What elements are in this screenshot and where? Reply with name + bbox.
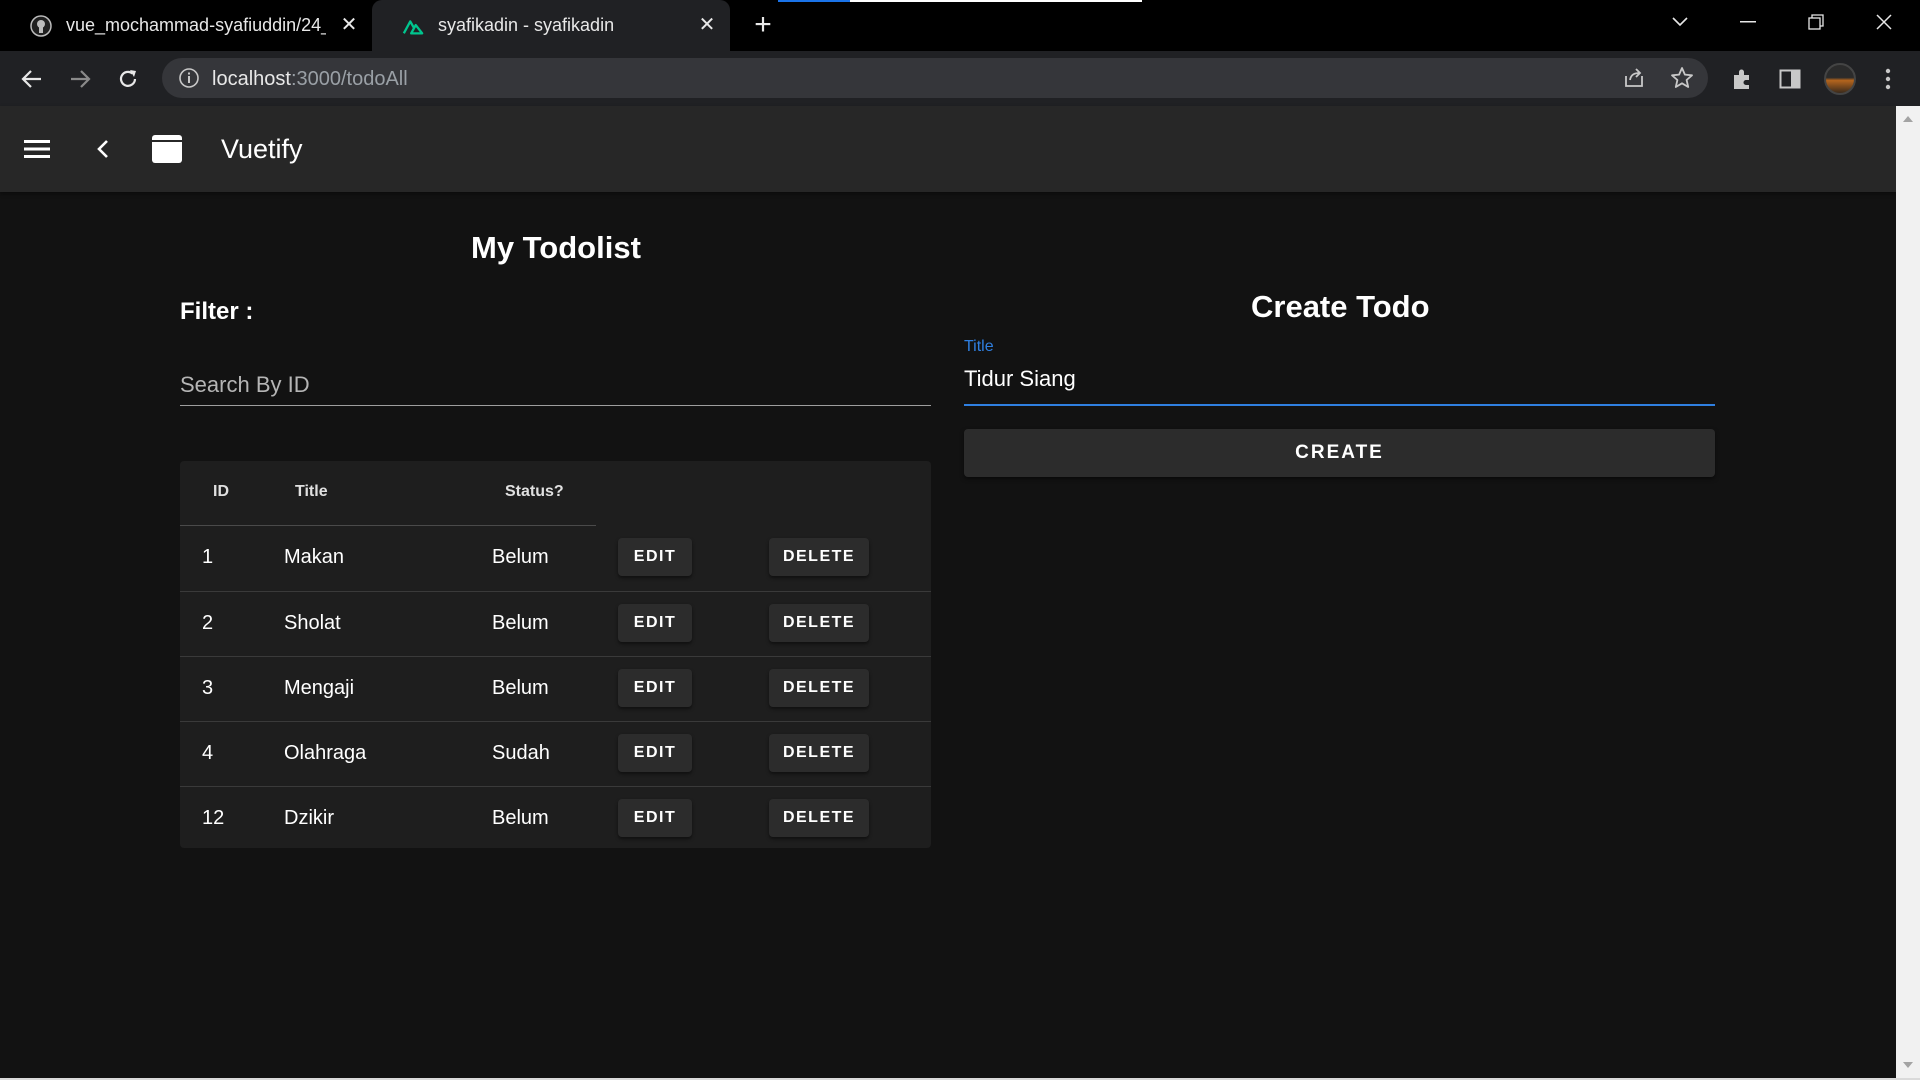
column-header-id[interactable]: ID xyxy=(213,483,229,501)
title-field xyxy=(964,358,1715,406)
extensions-icon[interactable] xyxy=(1728,65,1756,93)
browser-tabbar: vue_mochammad-syafiuddin/24_ ✕ syafikadi… xyxy=(0,0,1920,51)
page-viewport: Vuetify My Todolist Filter : ID Title St… xyxy=(0,106,1896,1078)
nuxt-icon xyxy=(402,15,424,37)
cell-id: 12 xyxy=(202,807,225,829)
info-icon[interactable] xyxy=(178,67,200,89)
scroll-up-icon[interactable] xyxy=(1903,116,1913,122)
delete-button[interactable]: DELETE xyxy=(769,604,869,642)
tab-search-icon[interactable] xyxy=(1646,0,1714,44)
cell-status: Sudah xyxy=(492,742,550,764)
new-tab-icon[interactable]: + xyxy=(748,10,778,40)
cell-id: 3 xyxy=(202,677,214,699)
menu-icon[interactable] xyxy=(19,131,55,167)
url-host: localhost xyxy=(212,68,291,90)
url-path: :3000/todoAll xyxy=(290,68,408,90)
github-icon xyxy=(30,14,52,37)
search-input[interactable] xyxy=(180,356,931,404)
cell-id: 1 xyxy=(202,546,214,568)
profile-avatar[interactable] xyxy=(1824,63,1856,95)
cell-title: Olahraga xyxy=(284,742,367,764)
forward-icon[interactable] xyxy=(63,62,97,96)
table-header: ID Title Status? xyxy=(180,461,931,526)
filter-label: Filter : xyxy=(180,298,254,325)
reload-icon[interactable] xyxy=(111,62,145,96)
app-title: Vuetify xyxy=(221,134,303,164)
browser-tab-active[interactable]: syafikadin - syafikadin ✕ xyxy=(372,0,730,51)
delete-button[interactable]: DELETE xyxy=(769,734,869,772)
share-icon[interactable] xyxy=(1622,66,1646,90)
table-row: 1 Makan Belum EDIT DELETE xyxy=(180,526,931,591)
search-field xyxy=(180,356,931,406)
close-window-icon[interactable] xyxy=(1850,0,1918,44)
table-row: 2 Sholat Belum EDIT DELETE xyxy=(180,591,931,656)
cell-id: 2 xyxy=(202,612,214,634)
create-button[interactable]: CREATE xyxy=(964,429,1715,477)
tab-title: vue_mochammad-syafiuddin/24_ xyxy=(66,15,326,35)
table-row: 4 Olahraga Sudah EDIT DELETE xyxy=(180,721,931,786)
tab-title: syafikadin - syafikadin xyxy=(438,15,615,35)
minimize-icon[interactable] xyxy=(1714,0,1782,44)
page-scrollbar[interactable] xyxy=(1896,106,1920,1078)
cell-status: Belum xyxy=(492,677,549,699)
edit-button[interactable]: EDIT xyxy=(618,669,692,707)
todolist-heading: My Todolist xyxy=(471,230,641,265)
edit-button[interactable]: EDIT xyxy=(618,799,692,837)
table-row: 12 Dzikir Belum EDIT DELETE xyxy=(180,786,931,851)
chevron-left-icon[interactable] xyxy=(85,131,121,167)
column-header-title[interactable]: Title xyxy=(295,483,328,501)
delete-button[interactable]: DELETE xyxy=(769,669,869,707)
table-row: 3 Mengaji Belum EDIT DELETE xyxy=(180,656,931,721)
cell-title: Mengaji xyxy=(284,677,355,699)
edit-button[interactable]: EDIT xyxy=(618,734,692,772)
browser-tab-github[interactable]: vue_mochammad-syafiuddin/24_ ✕ xyxy=(0,0,372,51)
delete-button[interactable]: DELETE xyxy=(769,799,869,837)
delete-button[interactable]: DELETE xyxy=(769,538,869,576)
todo-table: ID Title Status? 1 Makan Belum EDIT DELE… xyxy=(180,461,931,848)
cell-title: Dzikir xyxy=(284,807,334,829)
menu-dots-icon[interactable] xyxy=(1874,65,1902,93)
url-text: localhost:3000/todoAll xyxy=(212,68,408,91)
edit-button[interactable]: EDIT xyxy=(618,604,692,642)
app-bar: Vuetify xyxy=(0,106,1896,192)
cell-status: Belum xyxy=(492,546,549,568)
cell-status: Belum xyxy=(492,807,549,829)
create-heading: Create Todo xyxy=(1251,289,1430,324)
restore-icon[interactable] xyxy=(1782,0,1850,44)
address-bar[interactable]: localhost:3000/todoAll xyxy=(162,58,1708,98)
bookmark-star-icon[interactable] xyxy=(1670,66,1694,90)
edit-button[interactable]: EDIT xyxy=(618,538,692,576)
title-input[interactable] xyxy=(964,358,1715,400)
loading-indicator xyxy=(778,0,1142,2)
scroll-down-icon[interactable] xyxy=(1903,1062,1913,1068)
cell-id: 4 xyxy=(202,742,214,764)
cell-title: Sholat xyxy=(284,612,341,634)
browser-toolbar: localhost:3000/todoAll xyxy=(0,51,1920,106)
title-field-label: Title xyxy=(964,338,994,355)
close-icon[interactable]: ✕ xyxy=(338,14,360,36)
back-icon[interactable] xyxy=(15,62,49,96)
column-header-status[interactable]: Status? xyxy=(505,483,564,501)
side-panel-icon[interactable] xyxy=(1776,65,1804,93)
close-icon[interactable]: ✕ xyxy=(696,14,718,36)
window-icon[interactable] xyxy=(149,131,185,167)
cell-title: Makan xyxy=(284,546,345,568)
cell-status: Belum xyxy=(492,612,549,634)
